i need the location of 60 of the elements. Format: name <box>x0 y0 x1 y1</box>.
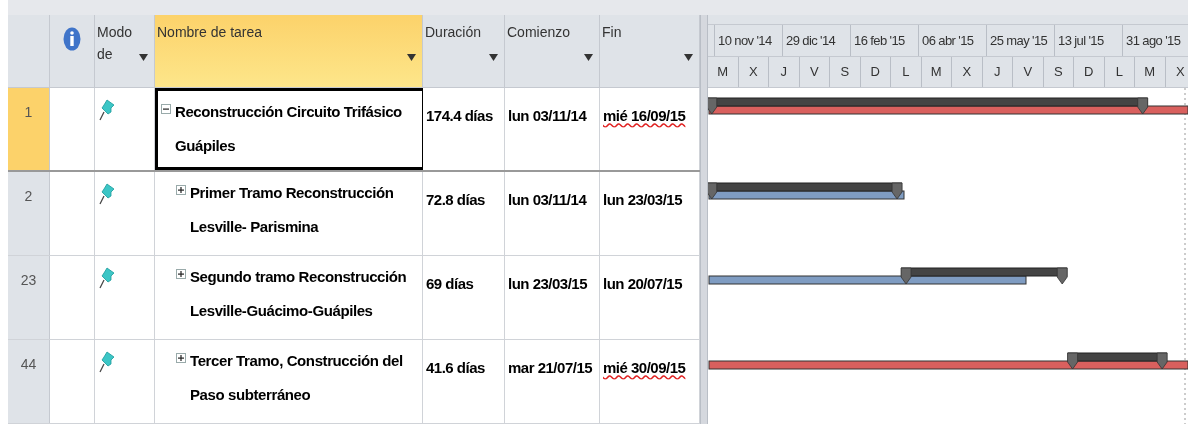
info-icon <box>63 27 81 51</box>
timescale-label: 13 jul '15 <box>1054 25 1122 56</box>
timescale-label: V <box>799 57 830 87</box>
duration-cell: 174.4 días <box>426 107 493 124</box>
start-date-cell: lun 03/11/14 <box>508 107 587 124</box>
duration-cell: 72.8 días <box>426 191 485 208</box>
task-name: Primer Tramo Reconstrucción Lesville- Parismina <box>190 183 395 237</box>
timescale-label: L <box>1104 57 1135 87</box>
duration-cell: 41.6 días <box>426 359 485 376</box>
task-name: Reconstrucción Circuito Trifásico Guápiles <box>175 102 403 156</box>
timescale-label: D <box>860 57 891 87</box>
row-number[interactable]: 23 <box>20 272 37 288</box>
dropdown-arrow-icon[interactable] <box>489 54 498 61</box>
dropdown-arrow-icon[interactable] <box>407 54 416 61</box>
timescale-label: M <box>1135 57 1166 87</box>
expand-icon[interactable] <box>176 353 186 363</box>
timescale-label: 25 may '15 <box>986 25 1054 56</box>
timescale-label: D <box>1074 57 1105 87</box>
expand-icon[interactable] <box>176 185 186 195</box>
finish-date-cell: mié 30/09/15 <box>603 359 686 376</box>
collapse-icon[interactable] <box>161 104 171 114</box>
dropdown-arrow-icon[interactable] <box>139 54 148 61</box>
start-date-cell: mar 21/07/15 <box>508 359 593 376</box>
start-date-cell: lun 23/03/15 <box>508 275 588 292</box>
timescale-label: 29 dic '14 <box>782 25 850 56</box>
start-date-cell: lun 03/11/14 <box>508 191 587 208</box>
column-header[interactable]: Duración <box>423 15 505 87</box>
finish-date-cell: lun 20/07/15 <box>603 275 683 292</box>
timescale-label: 16 feb '15 <box>850 25 918 56</box>
timescale-label: J <box>982 57 1013 87</box>
pushpin-icon <box>99 98 115 122</box>
task-name: Segundo tramo Reconstrucción Lesville-Guácimo-Guápiles <box>190 267 408 321</box>
timescale-label: J <box>769 57 800 87</box>
row-number[interactable]: 1 <box>24 104 33 120</box>
timescale-label: X <box>738 57 769 87</box>
timescale-label: 10 nov '14 <box>714 25 782 56</box>
dropdown-arrow-icon[interactable] <box>584 54 593 61</box>
pushpin-icon <box>99 350 115 374</box>
column-header[interactable]: Nombre de tarea <box>155 15 423 87</box>
pushpin-icon <box>99 266 115 290</box>
pushpin-icon <box>99 182 115 206</box>
timescale-label: X <box>1165 57 1188 87</box>
timescale-label: M <box>708 57 739 87</box>
finish-date-cell: mié 16/09/15 <box>603 107 686 124</box>
column-header[interactable]: Comienzo <box>505 15 600 87</box>
timescale-label: 31 ago '15 <box>1122 25 1188 56</box>
timescale-label: S <box>1043 57 1074 87</box>
timescale-label: 06 abr '15 <box>918 25 986 56</box>
timescale-label: V <box>1013 57 1044 87</box>
expand-icon[interactable] <box>176 269 186 279</box>
task-name: Tercer Tramo, Construcción del Paso subterráneo <box>190 351 404 405</box>
timescale-label: M <box>921 57 952 87</box>
timescale-label: L <box>891 57 922 87</box>
duration-cell: 69 días <box>426 275 474 292</box>
timescale-label: X <box>952 57 983 87</box>
row-number[interactable]: 2 <box>24 188 33 204</box>
finish-date-cell: lun 23/03/15 <box>603 191 683 208</box>
dropdown-arrow-icon[interactable] <box>684 54 693 61</box>
timescale-label: S <box>830 57 861 87</box>
row-number[interactable]: 44 <box>20 356 37 372</box>
